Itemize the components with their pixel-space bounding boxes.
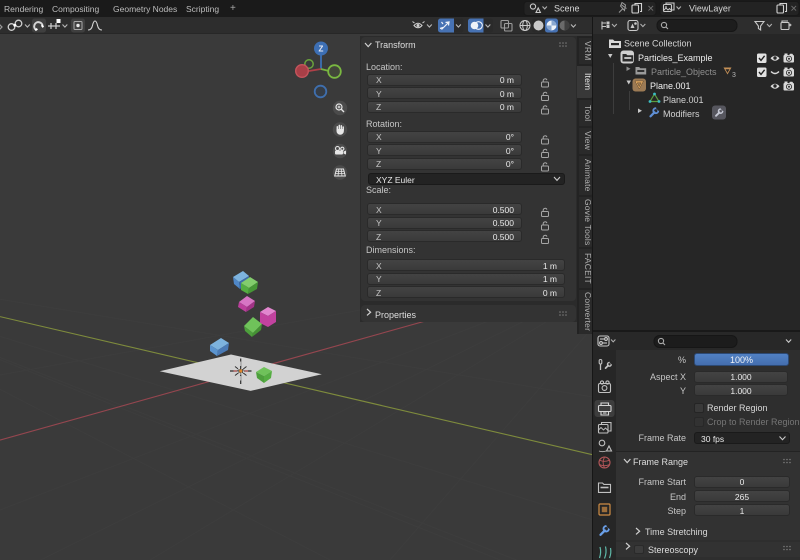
- svg-text:3: 3: [732, 72, 736, 79]
- svg-text:✕: ✕: [647, 4, 655, 14]
- svg-text:Particles_Example: Particles_Example: [638, 53, 713, 63]
- svg-text:ViewLayer: ViewLayer: [689, 4, 731, 14]
- svg-text:Scene: Scene: [554, 4, 580, 14]
- svg-text:Z: Z: [319, 45, 324, 54]
- svg-text:Plane.001: Plane.001: [663, 95, 704, 105]
- svg-text:Plane.001: Plane.001: [650, 81, 691, 91]
- svg-text:Scene Collection: Scene Collection: [624, 39, 692, 49]
- svg-text:Modifiers: Modifiers: [663, 109, 700, 119]
- svg-text:Particle_Objects: Particle_Objects: [651, 67, 717, 77]
- svg-text:✕: ✕: [790, 4, 798, 14]
